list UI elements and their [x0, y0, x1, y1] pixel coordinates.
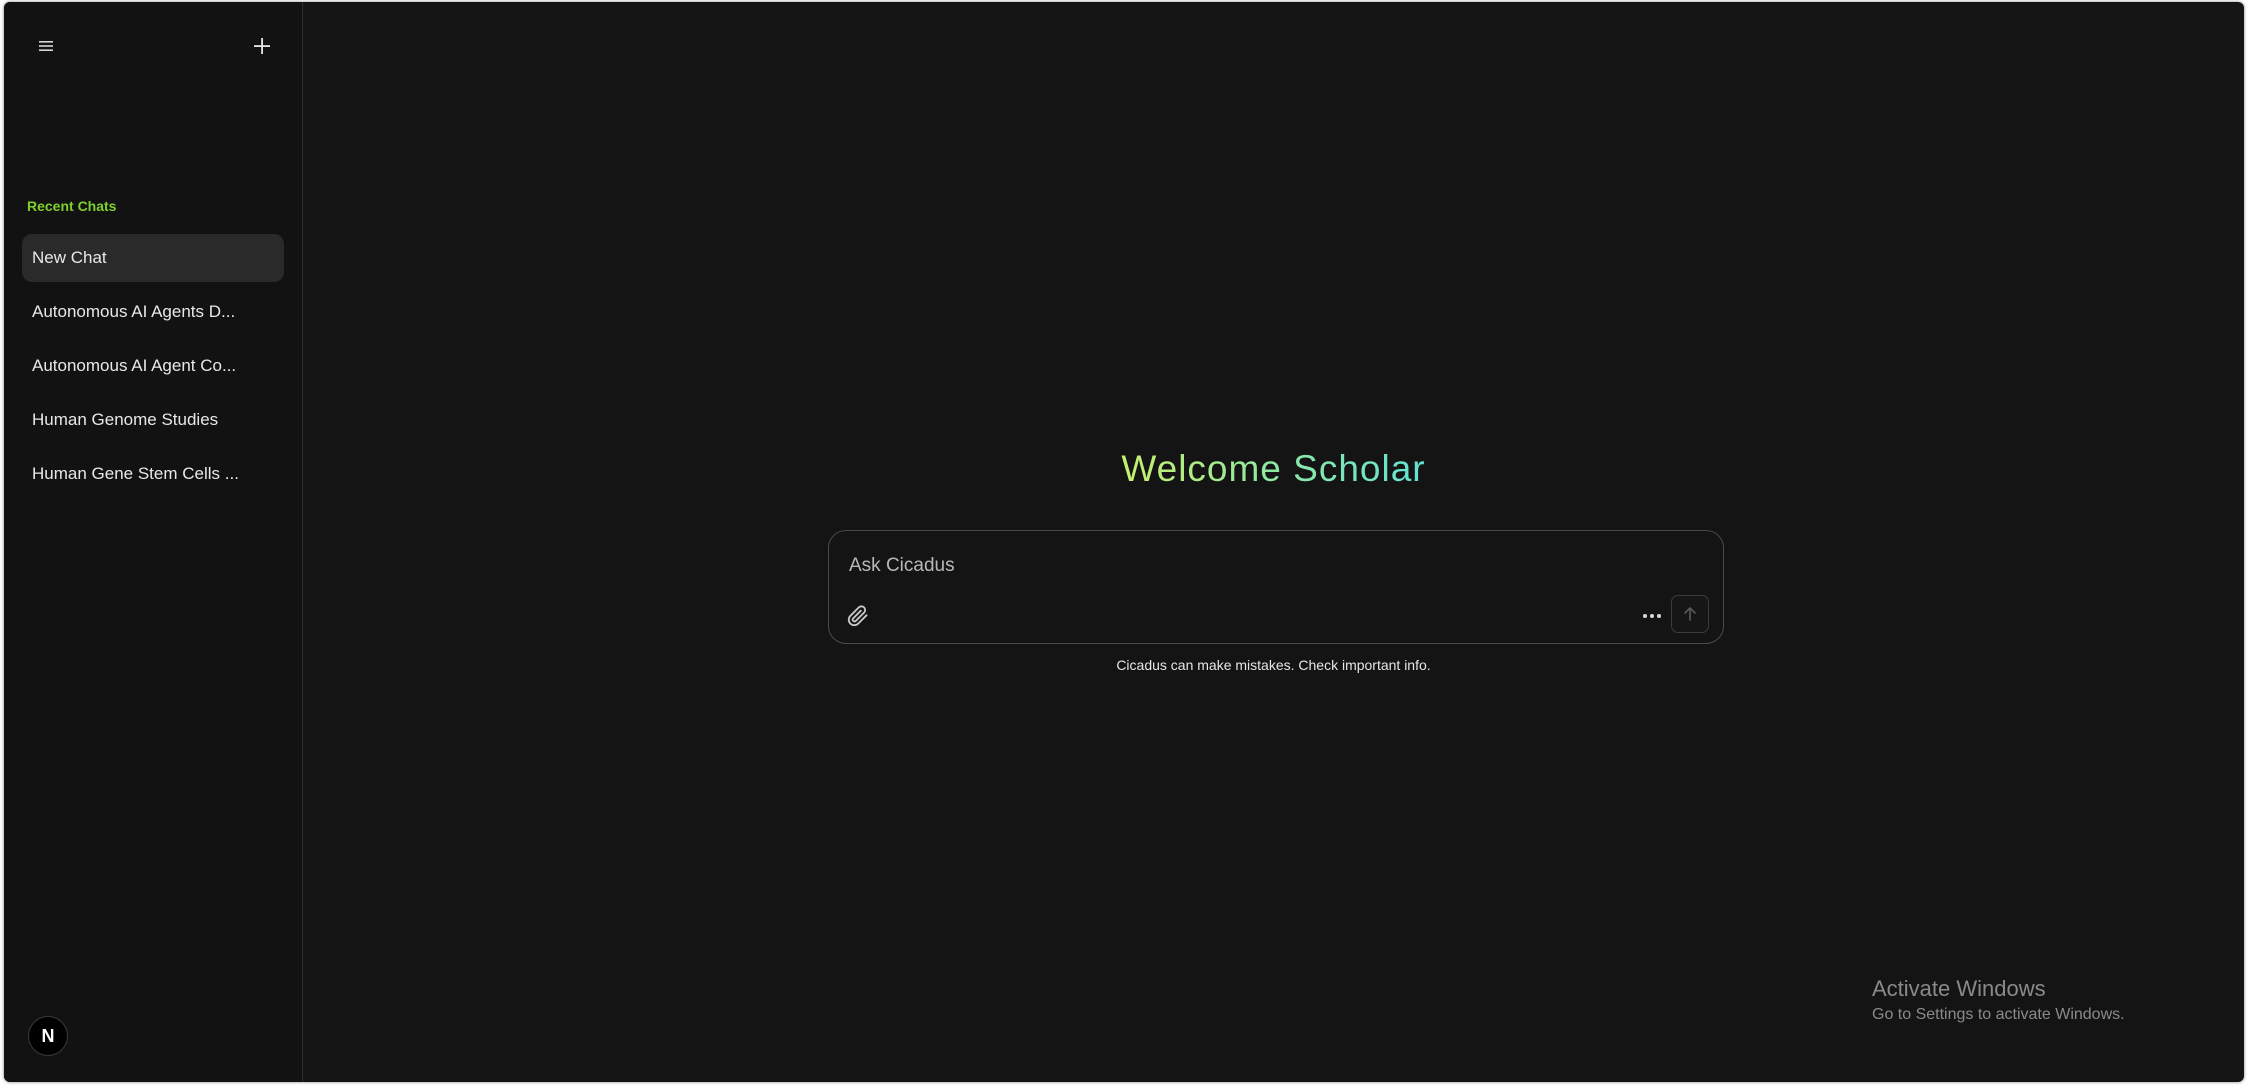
watermark-subtitle: Go to Settings to activate Windows.: [1872, 1006, 2125, 1023]
avatar[interactable]: N: [28, 1016, 68, 1056]
app-window: Recent Chats New Chat Autonomous AI Agen…: [4, 2, 2244, 1082]
activate-windows-watermark: Activate Windows Go to Settings to activ…: [1872, 976, 2125, 1024]
chat-item[interactable]: Autonomous AI Agent Co...: [22, 342, 284, 390]
sidebar: Recent Chats New Chat Autonomous AI Agen…: [4, 2, 303, 1082]
arrow-up-icon: [1684, 607, 1696, 621]
chat-item[interactable]: Autonomous AI Agents D...: [22, 288, 284, 336]
send-button[interactable]: [1671, 595, 1709, 633]
ellipsis-icon: [1643, 614, 1661, 618]
watermark-title: Activate Windows: [1872, 976, 2046, 1001]
message-input[interactable]: [847, 551, 1691, 581]
new-chat-button[interactable]: [242, 26, 282, 66]
attach-button[interactable]: [843, 601, 873, 631]
welcome-title: Welcome Scholar: [1121, 448, 1426, 489]
welcome-heading: Welcome Scholar: [303, 448, 2244, 490]
menu-button[interactable]: [26, 26, 66, 66]
recent-chats-label: Recent Chats: [27, 198, 117, 214]
disclaimer-text: Cicadus can make mistakes. Check importa…: [1116, 657, 1431, 673]
plus-icon: [254, 38, 270, 54]
chat-item[interactable]: Human Gene Stem Cells ...: [22, 450, 284, 498]
menu-icon: [39, 41, 53, 51]
chat-composer: [828, 530, 1724, 644]
main-content: Welcome Scholar Cicad: [303, 2, 2244, 1082]
chat-item[interactable]: Human Genome Studies: [22, 396, 284, 444]
recent-chats-list: New Chat Autonomous AI Agents D... Auton…: [22, 234, 284, 504]
paperclip-icon: [847, 605, 868, 627]
chat-item[interactable]: New Chat: [22, 234, 284, 282]
more-options-button[interactable]: [1637, 601, 1667, 631]
